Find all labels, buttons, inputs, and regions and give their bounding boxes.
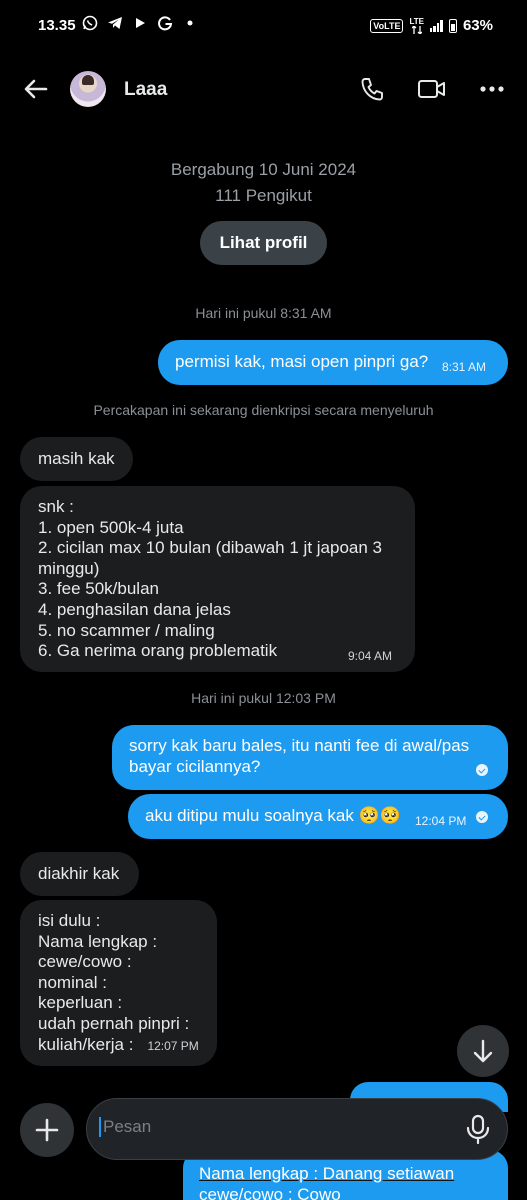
scroll-down-icon	[473, 1039, 493, 1063]
message-line: keperluan :	[38, 993, 123, 1013]
message-text: masih kak	[38, 449, 115, 468]
back-arrow-icon[interactable]	[22, 75, 50, 103]
video-icon[interactable]	[417, 75, 445, 103]
more-icon[interactable]	[478, 75, 506, 103]
message-time: 9:04 AM	[348, 649, 393, 663]
timestamp-divider: Hari ini pukul 12:03 PM	[191, 690, 336, 706]
status-time: 13.35	[38, 17, 76, 34]
message-line: udah pernah pinpri :	[38, 1013, 190, 1033]
message-text: isi dulu : Nama lengkap : cewe/cowo : no…	[38, 911, 199, 1056]
encryption-notice: Percakapan ini sekarang dienkripsi secar…	[93, 402, 434, 418]
outgoing-message[interactable]: aku ditipu mulu soalnya kak 🥺🥺 12:04 PM	[128, 794, 508, 839]
message-text: diakhir kak	[38, 864, 120, 883]
outgoing-message[interactable]: permisi kak, masi open pinpri ga? 8:31 A…	[158, 340, 508, 385]
message-text: sorry kak baru bales, itu nanti fee di a…	[129, 736, 469, 777]
message-line: isi dulu :	[38, 911, 101, 930]
message-text: permisi kak, masi open pinpri ga?	[175, 352, 429, 371]
volte-badge: VoLTE	[370, 18, 404, 33]
incoming-message[interactable]: snk : 1. open 500k-4 juta 2. cicilan max…	[20, 486, 415, 672]
phone-icon[interactable]	[358, 75, 386, 103]
message-composer	[0, 1095, 527, 1165]
incoming-message[interactable]: diakhir kak	[20, 852, 139, 896]
message-line: Nama lengkap :	[38, 931, 158, 951]
message-line: 5. no scammer / maling	[38, 620, 215, 640]
view-profile-button[interactable]: Lihat profil	[200, 221, 327, 265]
message-line: cewe/cowo : Cowo	[199, 1185, 341, 1200]
message-line: 6. Ga nerima orang problematik	[38, 641, 278, 661]
incoming-message[interactable]: masih kak	[20, 437, 133, 481]
plus-icon	[35, 1118, 59, 1142]
lte-indicator: LTE	[409, 17, 424, 34]
message-text: aku ditipu mulu soalnya kak 🥺🥺	[145, 806, 401, 825]
message-line: Nama lengkap : Danang setiawan	[199, 1164, 455, 1183]
chat-header: Laaa	[0, 60, 527, 120]
message-line: 2. cicilan max 10 bulan (dibawah 1 jt ja…	[38, 538, 382, 558]
whatsapp-icon	[82, 15, 98, 31]
message-line: 3. fee 50k/bulan	[38, 579, 159, 599]
message-line: 4. penghasilan dana jelas	[38, 599, 231, 619]
timestamp-divider: Hari ini pukul 8:31 AM	[195, 305, 332, 321]
message-line: kuliah/kerja :	[38, 1034, 134, 1054]
message-time: 12:04 PM	[415, 814, 467, 828]
message-line: snk :	[38, 497, 74, 516]
message-text: snk : 1. open 500k-4 juta 2. cicilan max…	[38, 497, 382, 662]
status-bar: 13.35 VoLTE LTE 63%	[0, 0, 527, 52]
contact-name[interactable]: Laaa	[124, 79, 167, 101]
telegram-icon	[107, 15, 123, 31]
battery-level: 63%	[462, 17, 493, 34]
message-line: nominal :	[38, 972, 107, 992]
message-line: sorry kak baru bales, itu nanti fee di a…	[129, 736, 470, 755]
message-line: 1. open 500k-4 juta	[38, 517, 184, 537]
message-line: cewe/cowo :	[38, 952, 132, 972]
mic-icon[interactable]	[463, 1113, 493, 1145]
outgoing-message[interactable]: sorry kak baru bales, itu nanti fee di a…	[112, 725, 508, 790]
read-check-icon	[476, 764, 488, 776]
joined-date: Bergabung 10 Juni 2024	[170, 160, 357, 179]
read-check-icon	[476, 811, 488, 823]
dot-icon	[182, 15, 198, 31]
battery-icon	[448, 18, 457, 33]
message-time: 8:31 AM	[442, 360, 487, 374]
play-icon	[132, 15, 148, 31]
follower-count: 111 Pengikut	[215, 186, 312, 205]
message-field[interactable]	[86, 1098, 508, 1160]
g-icon	[157, 15, 173, 31]
incoming-message[interactable]: isi dulu : Nama lengkap : cewe/cowo : no…	[20, 900, 217, 1066]
avatar[interactable]	[70, 71, 106, 107]
message-time: 12:07 PM	[147, 1038, 199, 1053]
signal-icon	[429, 19, 443, 32]
add-attachment-button[interactable]	[20, 1103, 74, 1157]
message-line: bayar cicilannya?	[129, 756, 261, 776]
scroll-down-button[interactable]	[457, 1025, 509, 1077]
message-line: minggu)	[38, 558, 100, 578]
message-input[interactable]	[99, 1117, 459, 1137]
